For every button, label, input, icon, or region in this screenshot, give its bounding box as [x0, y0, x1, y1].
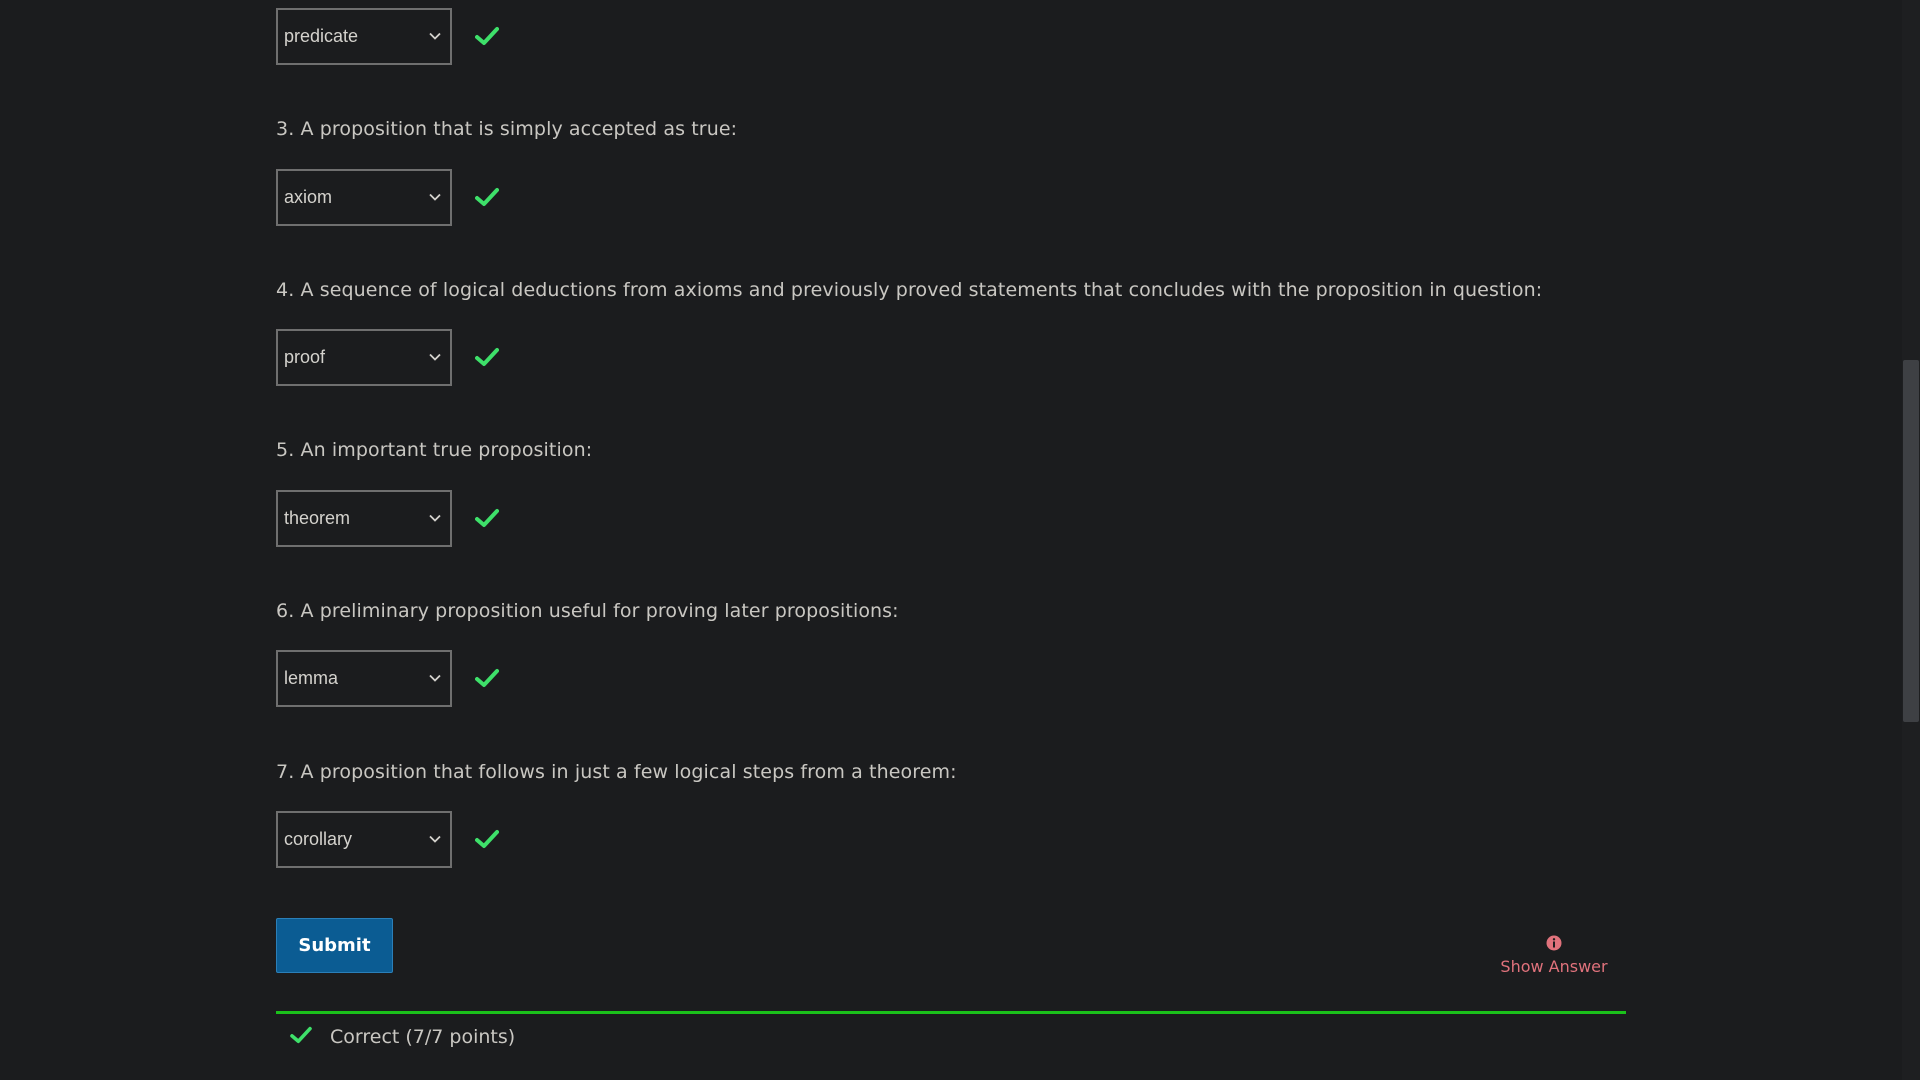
chevron-down-icon: [428, 832, 442, 846]
scrollbar[interactable]: [1902, 0, 1920, 1080]
submit-button[interactable]: Submit: [276, 918, 393, 973]
check-icon: [474, 346, 500, 368]
question-prompt-7: 7. A proposition that follows in just a …: [276, 761, 957, 783]
answer-select-value: axiom: [284, 186, 333, 207]
answer-select-value: corollary: [284, 828, 353, 849]
answer-select-4[interactable]: proof: [276, 328, 452, 386]
answer-select-value: theorem: [284, 507, 351, 528]
show-answer-label: Show Answer: [1500, 957, 1608, 976]
status-label: Correct (7/7 points): [330, 1026, 516, 1048]
chevron-down-icon: [428, 29, 442, 43]
answer-select-value: proof: [284, 346, 326, 367]
check-icon: [474, 667, 500, 689]
scrollbar-thumb[interactable]: [1903, 360, 1919, 722]
answer-select-5[interactable]: theorem: [276, 489, 452, 547]
status-message: Correct (7/7 points): [290, 1026, 515, 1048]
problem-page: predicate 3. A proposition that is simpl…: [0, 0, 1920, 1080]
answer-row-7: corollary: [276, 810, 500, 868]
answer-row-4: proof: [276, 328, 500, 386]
chevron-down-icon: [428, 350, 442, 364]
info-icon: [1546, 935, 1562, 951]
question-prompt-5: 5. An important true proposition:: [276, 439, 593, 461]
answer-select-6[interactable]: lemma: [276, 649, 452, 707]
chevron-down-icon: [428, 671, 442, 685]
show-answer-button[interactable]: Show Answer: [1500, 935, 1608, 976]
chevron-down-icon: [428, 190, 442, 204]
answer-select-3[interactable]: axiom: [276, 168, 452, 226]
check-icon: [474, 186, 500, 208]
answer-row-6: lemma: [276, 649, 500, 707]
status-divider: [276, 1011, 1626, 1014]
answer-select-value: predicate: [284, 25, 359, 46]
answer-select-value: lemma: [284, 667, 339, 688]
answer-select-2[interactable]: predicate: [276, 7, 452, 65]
check-icon: [474, 507, 500, 529]
question-prompt-6: 6. A preliminary proposition useful for …: [276, 600, 899, 622]
question-prompt-4: 4. A sequence of logical deductions from…: [276, 279, 1543, 301]
answer-row-5: theorem: [276, 489, 500, 547]
answer-select-7[interactable]: corollary: [276, 810, 452, 868]
check-icon: [474, 828, 500, 850]
answer-row-3: axiom: [276, 168, 500, 226]
check-icon: [290, 1026, 312, 1048]
question-prompt-3: 3. A proposition that is simply accepted…: [276, 118, 738, 140]
answer-row-2: predicate: [276, 7, 500, 65]
check-icon: [474, 25, 500, 47]
chevron-down-icon: [428, 511, 442, 525]
